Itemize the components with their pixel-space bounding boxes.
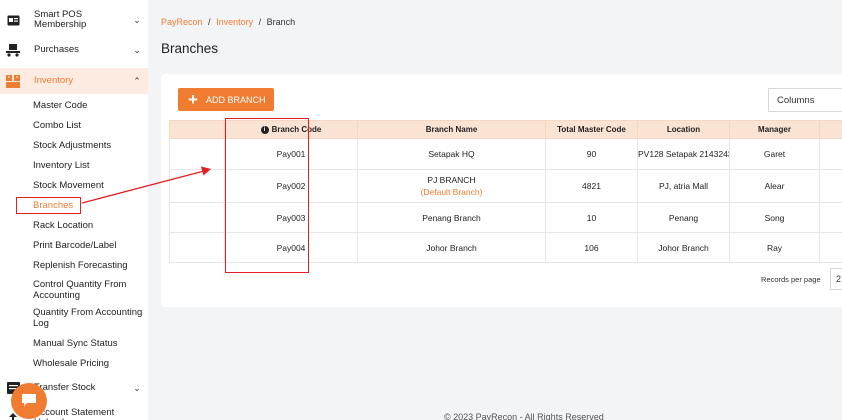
branch-name-cell: Setapak HQ [357, 138, 546, 170]
boxes-icon [6, 74, 20, 88]
page-title: Branches [161, 41, 219, 56]
sidebar-item-replenish-forecasting[interactable]: Replenish Forecasting [33, 260, 145, 271]
records-per-page-value: 2 [836, 274, 842, 284]
breadcrumb-link-root[interactable]: PayRecon [161, 17, 203, 27]
manager-cell: Alear [729, 169, 820, 203]
nav-group-label: Inventory [34, 75, 74, 86]
chat-bubble-icon [21, 393, 37, 410]
branch-name-cell: Johor Branch [357, 232, 546, 263]
manager-cell: Ray [729, 232, 820, 263]
records-per-page-select[interactable]: 2 [830, 268, 842, 290]
column-header-branch-name[interactable]: Branch Name [357, 120, 546, 139]
column-header-manager[interactable]: Manager [729, 120, 820, 139]
sidebar-item-quantity-from-accounting-log[interactable]: Quantity From Accounting Log [33, 307, 145, 329]
annotation-highlight-branches-menu [16, 197, 81, 214]
row-select-cell[interactable] [169, 202, 225, 233]
chevron-down-icon: ⌄ [133, 382, 141, 393]
chevron-down-icon: ⌄ [133, 44, 141, 55]
records-per-page-label: Records per page [761, 275, 821, 284]
chevron-down-icon: ⌄ [133, 14, 141, 25]
columns-select[interactable]: Columns [768, 88, 842, 112]
branch-name-cell: Penang Branch [357, 202, 546, 233]
column-header-actions [819, 120, 842, 139]
cart-icon [6, 43, 20, 57]
add-branch-button[interactable]: + ADD BRANCH [178, 88, 274, 111]
row-actions-cell[interactable] [819, 169, 842, 203]
location-cell: PV128 Setapak 21432432 [637, 138, 730, 170]
nav-group-smart-pos-membership[interactable]: Smart POS Membership ⌄ [0, 8, 148, 32]
manager-cell: Song [729, 202, 820, 233]
row-actions-cell[interactable] [819, 138, 842, 170]
branch-name: PJ BRANCH [427, 175, 476, 185]
breadcrumb-separator: / [258, 17, 262, 27]
branch-name-cell: PJ BRANCH (Default Branch) [357, 169, 546, 203]
id-card-icon [6, 13, 20, 27]
row-actions-cell[interactable] [819, 202, 842, 233]
sidebar-item-stock-adjustments[interactable]: Stock Adjustments [33, 140, 145, 151]
total-master-code-cell[interactable]: 10 [545, 202, 638, 233]
breadcrumb-separator: / [208, 17, 211, 27]
plus-icon: + [188, 90, 198, 109]
columns-select-value: Columns [777, 94, 815, 106]
nav-group-label: Purchases [34, 44, 79, 55]
location-cell: Johor Branch [637, 232, 730, 263]
nav-group-label: Smart POS Membership [34, 9, 87, 30]
row-select-cell[interactable] [169, 232, 225, 263]
total-master-code-cell[interactable]: 90 [545, 138, 638, 170]
manager-cell: Garet [729, 138, 820, 170]
location-cell: PJ, atria Mall [637, 169, 730, 203]
sidebar-item-print-barcode-label[interactable]: Print Barcode/Label [33, 240, 145, 251]
nav-group-label: Transfer Stock [34, 382, 96, 393]
column-header-total-master-code[interactable]: Total Master Code [545, 120, 638, 139]
nav-group-inventory[interactable]: Inventory ⌃ [0, 68, 148, 94]
row-select-cell[interactable] [169, 169, 225, 203]
chat-launcher-button[interactable] [11, 383, 47, 419]
branch-name: Johor Branch [426, 242, 477, 253]
nav-group-purchases[interactable]: Purchases ⌄ [0, 40, 148, 60]
branch-name: Penang Branch [422, 212, 481, 223]
breadcrumb-link-parent[interactable]: Inventory [216, 17, 253, 27]
column-header-select [169, 120, 225, 139]
row-actions-cell[interactable] [819, 232, 842, 263]
sidebar-item-combo-list[interactable]: Combo List [33, 120, 145, 131]
breadcrumb: PayRecon / Inventory / Branch [161, 17, 295, 27]
sidebar-item-rack-location[interactable]: Rack Location [33, 220, 145, 231]
column-header-location[interactable]: Location [637, 120, 730, 139]
branch-name: Setapak HQ [428, 149, 475, 159]
sidebar-item-manual-sync-status[interactable]: Manual Sync Status [33, 338, 145, 349]
chevron-up-icon: ⌃ [133, 75, 141, 86]
row-select-cell[interactable] [169, 138, 225, 170]
nav-group-label: Account Statement Upload [34, 407, 115, 420]
sidebar-item-wholesale-pricing[interactable]: Wholesale Pricing [33, 358, 145, 369]
breadcrumb-current: Branch [266, 17, 296, 27]
sidebar-item-stock-movement[interactable]: Stock Movement [33, 180, 145, 191]
annotation-highlight-branch-code-column [225, 118, 309, 273]
add-branch-label: ADD BRANCH [205, 94, 266, 105]
sidebar-item-inventory-list[interactable]: Inventory List [33, 160, 145, 171]
footer-copyright: © 2023 PayRecon - All Rights Reserved [444, 412, 604, 420]
total-master-code-cell[interactable]: 4821 [545, 169, 638, 203]
default-branch-note: (Default Branch) [420, 187, 483, 197]
total-master-code-cell[interactable]: 106 [545, 232, 638, 263]
sidebar-item-control-quantity-from-accounting[interactable]: Control Quantity From Accounting [33, 279, 145, 301]
sidebar-item-master-code[interactable]: Master Code [33, 100, 145, 111]
location-cell: Penang [637, 202, 730, 233]
